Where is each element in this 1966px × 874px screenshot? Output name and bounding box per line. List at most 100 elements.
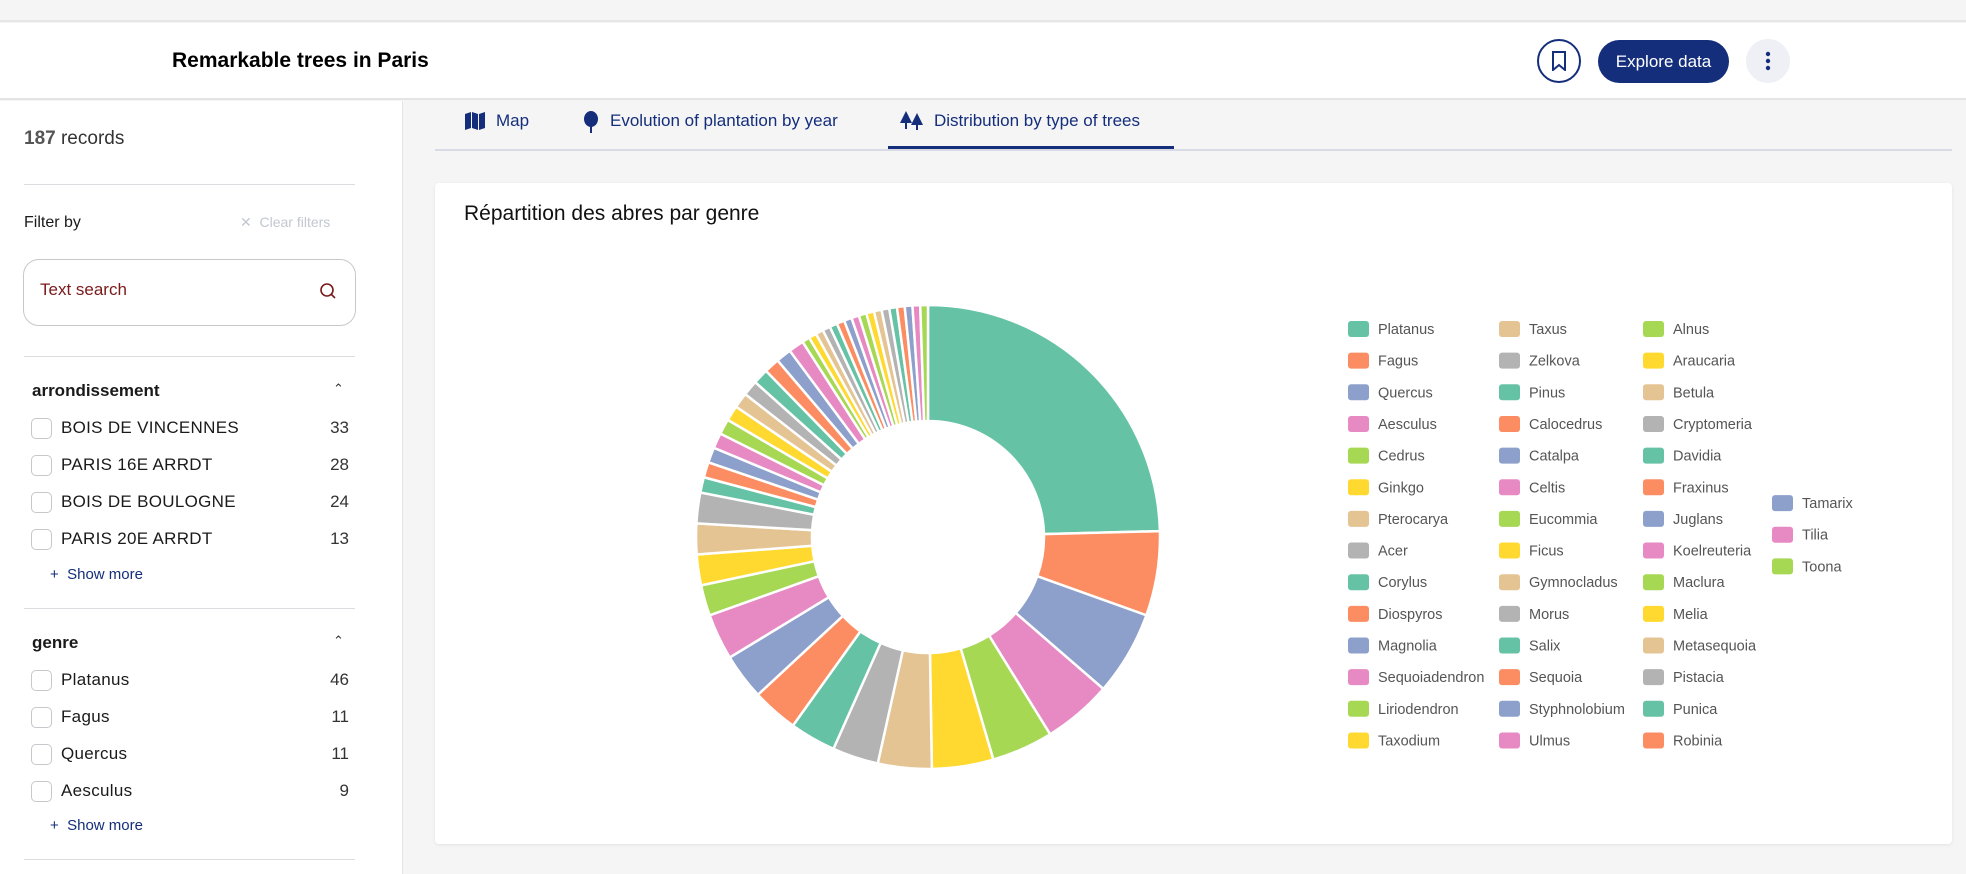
tab-map[interactable]: Map (464, 109, 529, 149)
legend-item[interactable]: Sequoiadendron (1348, 669, 1484, 686)
legend-item[interactable]: Corylus (1348, 574, 1427, 591)
more-options-button[interactable] (1746, 39, 1790, 83)
legend-label: Taxus (1529, 322, 1567, 338)
legend-item[interactable]: Taxus (1499, 321, 1567, 338)
facet-item[interactable]: BOIS DE BOULOGNE 24 (31, 490, 349, 516)
checkbox[interactable] (31, 707, 52, 728)
legend-swatch (1499, 479, 1520, 496)
legend-item[interactable]: Salix (1499, 637, 1561, 655)
tree-icon (584, 111, 598, 133)
legend-label: Sequoia (1529, 670, 1583, 686)
legend-item[interactable]: Gymnocladus (1499, 574, 1618, 591)
legend-item[interactable]: Fraxinus (1643, 479, 1729, 496)
legend-item[interactable]: Melia (1643, 605, 1709, 623)
legend-item[interactable]: Calocedrus (1499, 415, 1602, 433)
chevron-up-icon[interactable]: ⌃ (333, 633, 344, 649)
legend-swatch (1643, 352, 1664, 369)
facet-title-genre: genre (32, 633, 79, 652)
legend-item[interactable]: Platanus (1348, 321, 1434, 338)
legend-label: Koelreuteria (1673, 544, 1752, 560)
checkbox[interactable] (31, 455, 52, 476)
legend-item[interactable]: Ginkgo (1348, 479, 1424, 496)
legend-item[interactable]: Pistacia (1643, 669, 1725, 686)
legend-swatch (1772, 558, 1793, 575)
legend-item[interactable]: Liriodendron (1348, 700, 1459, 718)
legend-item[interactable]: Araucaria (1643, 352, 1736, 370)
legend-item[interactable]: Morus (1499, 605, 1569, 623)
legend-item[interactable]: Eucommia (1499, 510, 1598, 528)
legend-item[interactable]: Diospyros (1348, 605, 1442, 623)
legend-swatch (1499, 415, 1520, 432)
chevron-up-icon[interactable]: ⌃ (333, 381, 344, 397)
legend-swatch (1348, 384, 1369, 401)
legend-item[interactable]: Celtis (1499, 479, 1565, 496)
tab-distribution[interactable]: Distribution by type of trees (888, 109, 1174, 149)
legend-item[interactable]: Maclura (1643, 574, 1726, 591)
legend-label: Cedrus (1378, 449, 1425, 465)
checkbox[interactable] (31, 744, 52, 765)
legend-item[interactable]: Robinia (1643, 732, 1723, 749)
facet-item[interactable]: Platanus 46 (31, 668, 349, 694)
legend-item[interactable]: Sequoia (1499, 669, 1583, 686)
legend-item[interactable]: Pinus (1499, 384, 1565, 401)
legend-label: Robinia (1673, 733, 1723, 749)
legend-item[interactable]: Cedrus (1348, 447, 1425, 465)
chart-card: Répartition des abres par genre Platanus… (435, 183, 1952, 844)
more-vertical-icon (1765, 51, 1771, 71)
legend-item[interactable]: Tamarix (1772, 495, 1854, 512)
legend-item[interactable]: Ulmus (1499, 732, 1570, 749)
show-more-button[interactable]: + Show more (50, 566, 143, 583)
text-search-field[interactable] (23, 259, 356, 326)
legend-swatch (1348, 447, 1369, 464)
legend-item[interactable]: Fagus (1348, 352, 1418, 370)
legend-item[interactable]: Aesculus (1348, 415, 1437, 433)
legend-item[interactable]: Toona (1772, 558, 1842, 575)
legend-swatch (1348, 321, 1369, 337)
facet-item-label: Fagus (61, 707, 110, 726)
facet-item-label: PARIS 16E ARRDT (61, 455, 213, 474)
checkbox[interactable] (31, 670, 52, 691)
facet-item[interactable]: BOIS DE VINCENNES 33 (31, 416, 349, 442)
facet-item[interactable]: Quercus 11 (31, 742, 349, 768)
legend-item[interactable]: Magnolia (1348, 637, 1438, 655)
legend-item[interactable]: Tilia (1772, 526, 1829, 544)
legend-item[interactable]: Davidia (1643, 447, 1722, 465)
legend-swatch (1499, 447, 1520, 464)
facet-item-label: BOIS DE VINCENNES (61, 418, 239, 437)
legend-item[interactable]: Metasequoia (1643, 637, 1757, 655)
search-icon[interactable] (319, 282, 339, 302)
facet-item[interactable]: PARIS 16E ARRDT 28 (31, 453, 349, 479)
show-more-button[interactable]: + Show more (50, 817, 143, 834)
legend-item[interactable]: Taxodium (1348, 732, 1440, 749)
legend-item[interactable]: Acer (1348, 542, 1408, 560)
bookmark-button[interactable] (1537, 39, 1581, 83)
records-count: 187 records (24, 128, 125, 149)
legend-item[interactable]: Styphnolobium (1499, 700, 1625, 718)
checkbox[interactable] (31, 418, 52, 439)
legend-item[interactable]: Ficus (1499, 542, 1564, 560)
legend-item[interactable]: Koelreuteria (1643, 542, 1752, 560)
legend-label: Ginkgo (1378, 480, 1424, 496)
donut-slice-platanus[interactable] (926, 303, 1162, 536)
legend-item[interactable]: Punica (1643, 700, 1718, 718)
legend-item[interactable]: Juglans (1643, 510, 1723, 528)
legend-swatch (1643, 510, 1664, 527)
legend-item[interactable]: Catalpa (1499, 447, 1580, 465)
checkbox[interactable] (31, 781, 52, 802)
facet-item[interactable]: Fagus 11 (31, 705, 349, 731)
app-header: Remarkable trees in Paris Explore data (0, 23, 1966, 100)
legend-item[interactable]: Pterocarya (1348, 510, 1449, 528)
legend-item[interactable]: Betula (1643, 384, 1715, 401)
clear-filters-button[interactable]: ✕ Clear filters (240, 214, 330, 231)
facet-item[interactable]: Aesculus 9 (31, 779, 349, 805)
legend-item[interactable]: Zelkova (1499, 352, 1581, 370)
legend-item[interactable]: Cryptomeria (1643, 415, 1753, 433)
checkbox[interactable] (31, 492, 52, 513)
legend-item[interactable]: Alnus (1643, 321, 1709, 338)
tab-evolution[interactable]: Evolution of plantation by year (582, 109, 838, 149)
search-input[interactable] (40, 280, 300, 300)
explore-data-button[interactable]: Explore data (1598, 40, 1729, 83)
legend-item[interactable]: Quercus (1348, 384, 1433, 401)
facet-item[interactable]: PARIS 20E ARRDT 13 (31, 527, 349, 553)
checkbox[interactable] (31, 529, 52, 550)
